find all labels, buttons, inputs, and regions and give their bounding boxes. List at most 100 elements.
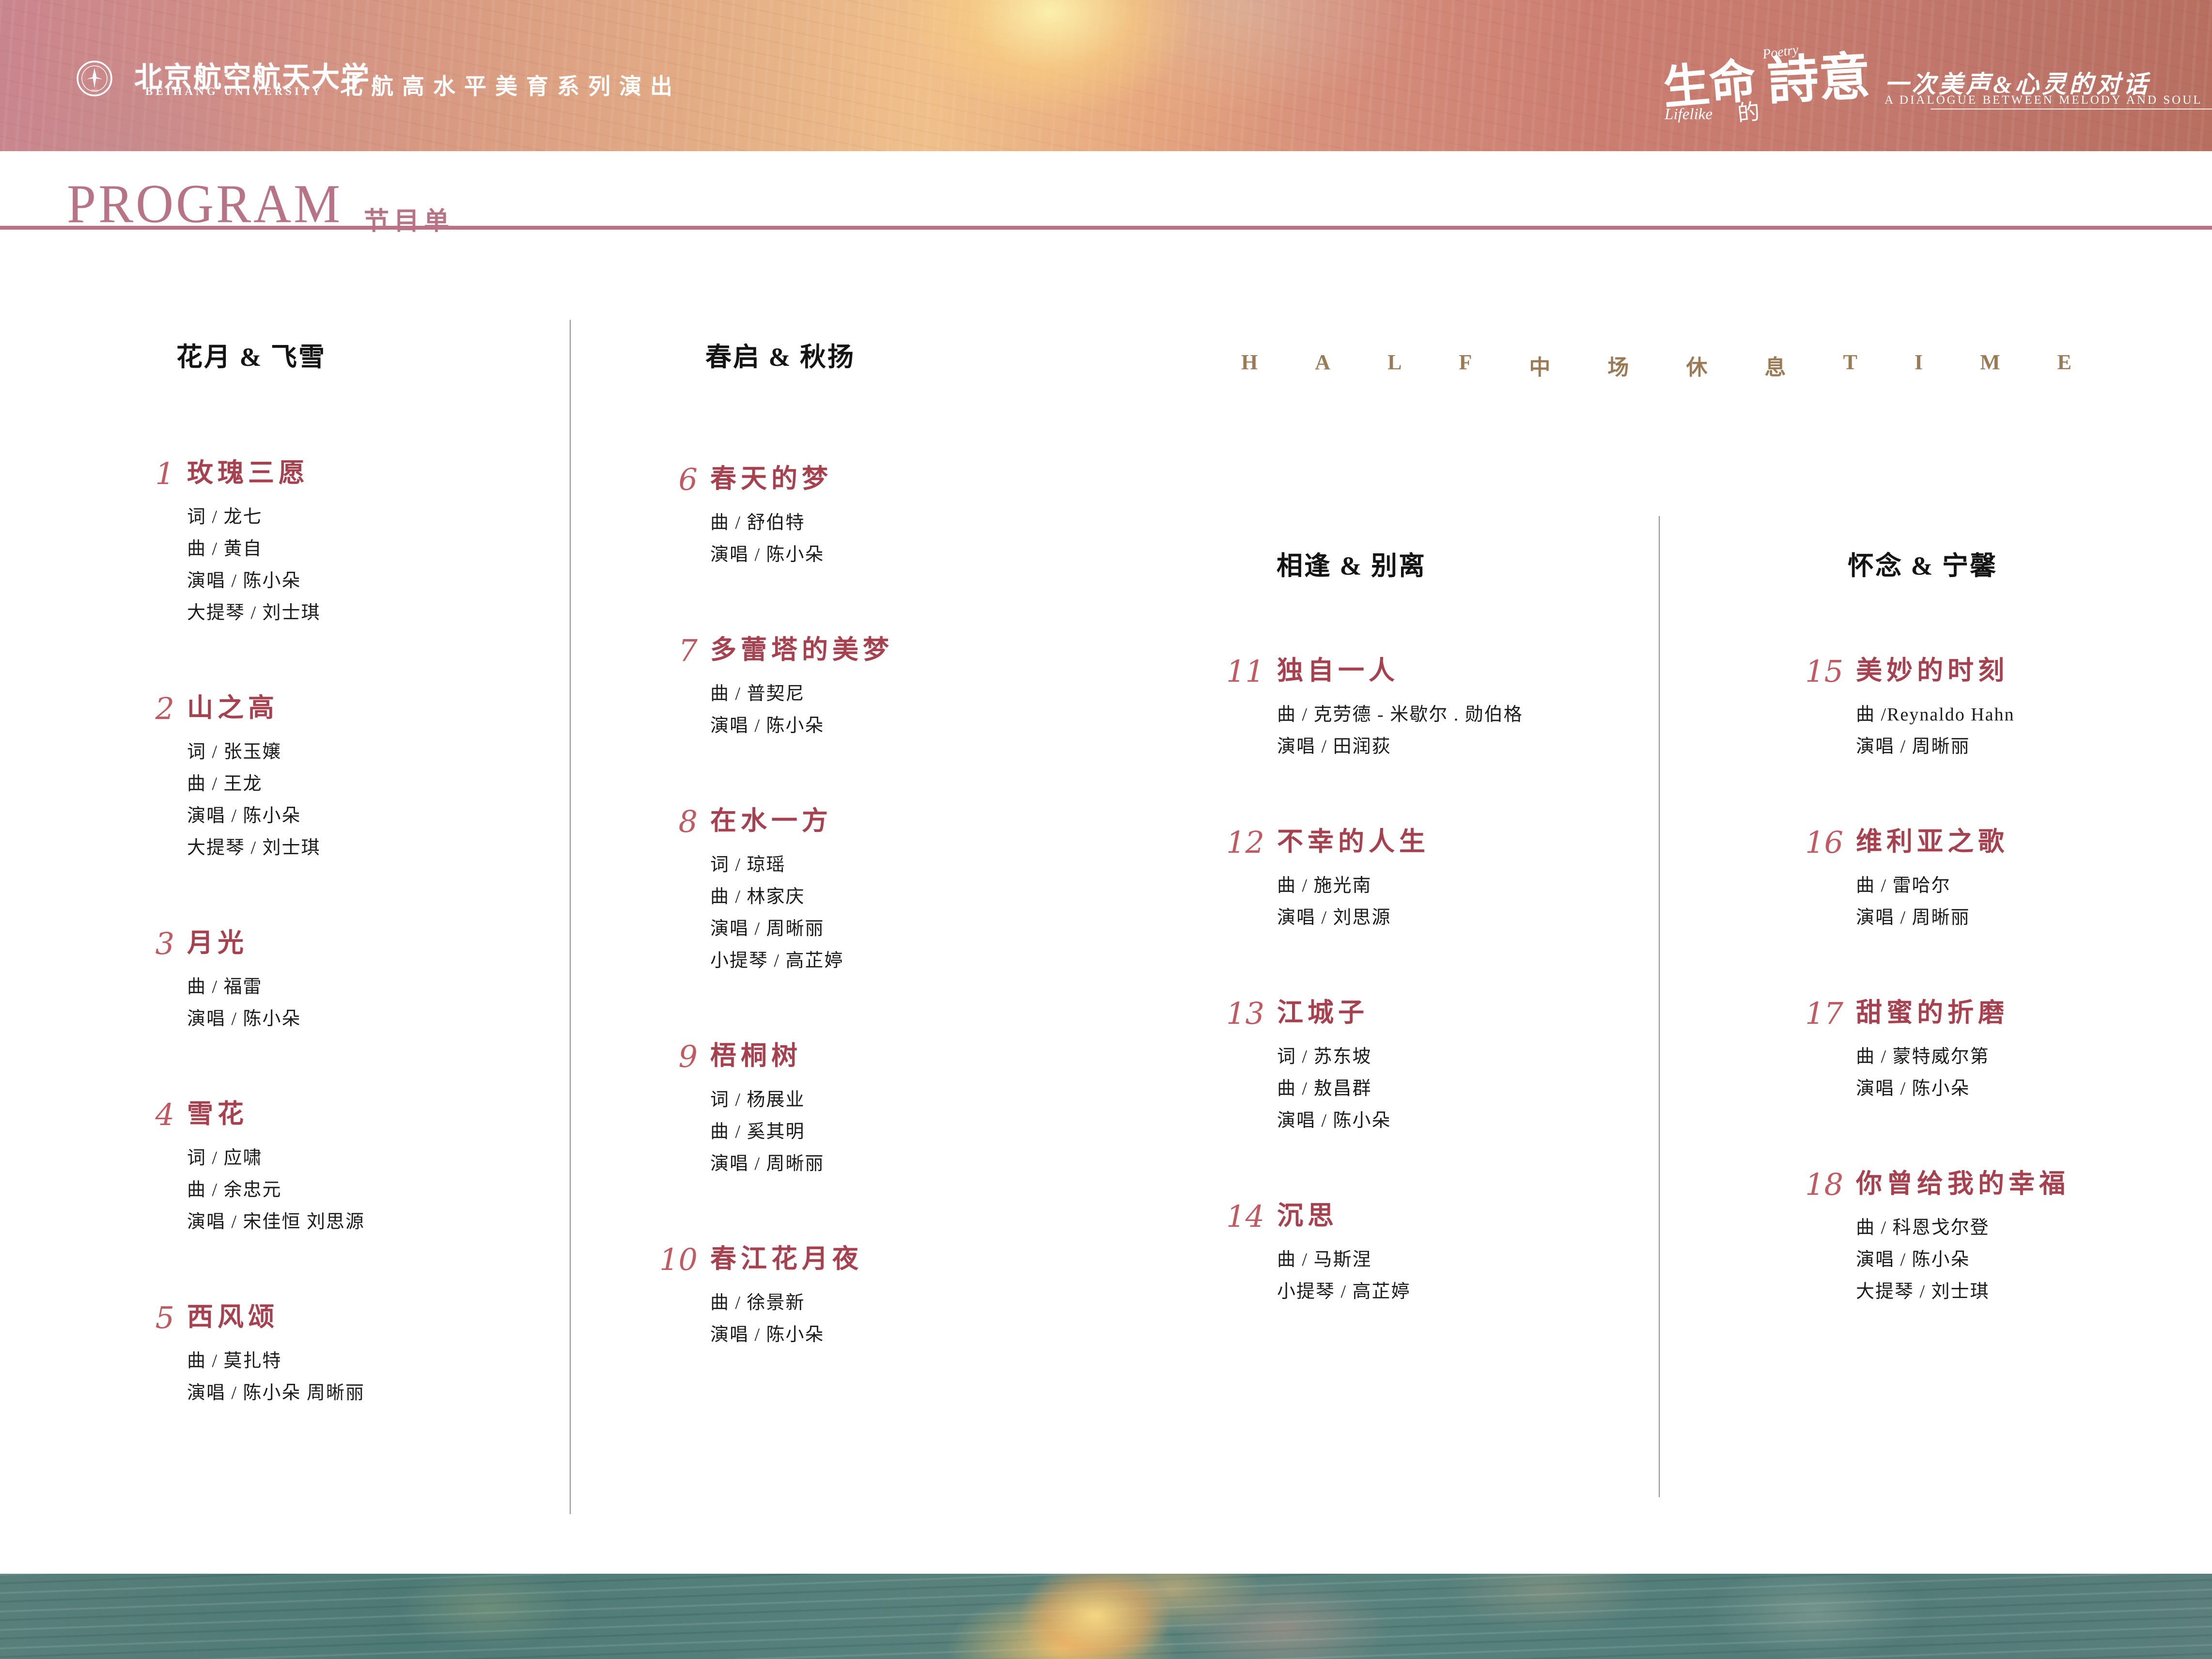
halftime-letter: H (1241, 350, 1258, 381)
program-list-section-3: 11 独自一人曲 / 克劳德 - 米歇尔 . 勋伯格演唱 / 田润荻 12不幸的人生… (1201, 657, 1749, 1373)
item-title: 独自一人 (1277, 657, 1523, 684)
item-credit: 词 / 张玉嬢 (187, 736, 321, 768)
halftime-letter: F (1459, 350, 1472, 381)
item-number: 5 (111, 1303, 174, 1409)
halftime-letter: 息 (1764, 350, 1786, 381)
footer-water-painting (0, 1574, 2212, 1659)
item-title: 你曾给我的幸福 (1856, 1170, 2070, 1197)
item-number: 13 (1201, 999, 1264, 1137)
item-number: 16 (1780, 828, 1843, 934)
halftime-letter: E (2057, 350, 2072, 381)
item-credit: 曲 / 科恩戈尔登 (1856, 1212, 2070, 1244)
item-credit: 大提琴 / 刘士琪 (187, 597, 321, 629)
item-title: 多蕾塔的美梦 (710, 636, 893, 663)
item-number: 11 (1201, 657, 1264, 763)
program-item: 1玫瑰三愿词 / 龙七曲 / 黄自演唱 / 陈小朵大提琴 / 刘士琪 (111, 459, 659, 629)
item-credit: 演唱 / 田润荻 (1277, 731, 1523, 763)
item-credit: 曲 / 克劳德 - 米歇尔 . 勋伯格 (1277, 699, 1523, 731)
item-credit: 大提琴 / 刘士琪 (1856, 1276, 2070, 1308)
program-item: 7多蕾塔的美梦曲 / 普契尼演唱 / 陈小朵 (635, 636, 1182, 742)
program-item: 3月光曲 / 福雷演唱 / 陈小朵 (111, 929, 659, 1035)
program-item: 4雪花词 / 应啸曲 / 余忠元演唱 / 宋佳恒 刘思源 (111, 1100, 659, 1238)
item-body: 美妙的时刻曲 /Reynaldo Hahn演唱 / 周晰丽 (1856, 657, 2015, 763)
halftime-letter: T (1843, 350, 1857, 381)
item-body: 你曾给我的幸福曲 / 科恩戈尔登演唱 / 陈小朵大提琴 / 刘士琪 (1856, 1170, 2070, 1308)
item-credit: 曲 /Reynaldo Hahn (1856, 699, 2015, 731)
program-item: 17甜蜜的折磨曲 / 蒙特威尔第演唱 / 陈小朵 (1780, 999, 2212, 1105)
program-item: 15美妙的时刻曲 /Reynaldo Hahn演唱 / 周晰丽 (1780, 657, 2212, 763)
section-header-chunqi-qiuyang: 春启 & 秋扬 (705, 342, 855, 372)
halftime-letter: I (1915, 350, 1923, 381)
item-credit: 曲 / 施光南 (1277, 870, 1430, 902)
halftime-banner: HALF中场休息TIME (1241, 350, 2072, 381)
item-credit: 曲 / 奚其明 (710, 1116, 825, 1148)
item-credit: 词 / 应啸 (187, 1142, 365, 1174)
item-title: 西风颂 (187, 1303, 365, 1330)
item-credit: 演唱 / 陈小朵 (187, 800, 321, 832)
item-title: 江城子 (1277, 999, 1391, 1026)
item-number: 6 (635, 465, 698, 571)
program-list-section-1: 1玫瑰三愿词 / 龙七曲 / 黄自演唱 / 陈小朵大提琴 / 刘士琪 2山之高词 … (111, 459, 659, 1474)
item-body: 月光曲 / 福雷演唱 / 陈小朵 (187, 929, 301, 1035)
item-body: 维利亚之歌曲 / 雷哈尔演唱 / 周晰丽 (1856, 828, 2009, 934)
item-credit: 曲 / 雷哈尔 (1856, 870, 2009, 902)
halftime-letter: A (1315, 350, 1330, 381)
item-title: 沉思 (1277, 1202, 1411, 1229)
item-title: 在水一方 (710, 807, 844, 834)
program-item: 13江城子词 / 苏东坡曲 / 敖昌群演唱 / 陈小朵 (1201, 999, 1749, 1137)
item-number: 7 (635, 636, 698, 742)
item-credit: 曲 / 余忠元 (187, 1174, 365, 1206)
item-number: 17 (1780, 999, 1843, 1105)
item-number: 9 (635, 1042, 698, 1180)
item-number: 18 (1780, 1170, 1843, 1308)
logo-calligraphy-de: 的 (1736, 94, 1761, 128)
item-credit: 演唱 / 陈小朵 (1277, 1105, 1391, 1137)
slogan-en: A DIALOGUE BETWEEN MELODY AND SOUL (1885, 94, 2203, 107)
item-title: 雪花 (187, 1100, 365, 1127)
university-seal-icon: 1952 (76, 60, 113, 97)
slogan-underline (1931, 109, 2212, 110)
item-body: 江城子词 / 苏东坡曲 / 敖昌群演唱 / 陈小朵 (1277, 999, 1391, 1137)
program-item: 14沉思曲 / 马斯涅小提琴 / 高芷婷 (1201, 1202, 1749, 1308)
item-credit: 曲 / 徐景新 (710, 1287, 863, 1319)
item-body: 玫瑰三愿词 / 龙七曲 / 黄自演唱 / 陈小朵大提琴 / 刘士琪 (187, 459, 321, 629)
university-name-en: BEIHANG UNIVERSITY (145, 85, 323, 98)
item-body: 春天的梦曲 / 舒伯特演唱 / 陈小朵 (710, 465, 832, 571)
item-credit: 演唱 / 周晰丽 (710, 913, 844, 945)
program-list-section-4: 15美妙的时刻曲 /Reynaldo Hahn演唱 / 周晰丽16维利亚之歌曲 … (1780, 657, 2212, 1373)
item-number: 12 (1201, 828, 1264, 934)
item-number: 3 (111, 929, 174, 1035)
halftime-letter: 场 (1607, 350, 1629, 381)
program-item: 9梧桐树词 / 杨展业曲 / 奚其明演唱 / 周晰丽 (635, 1042, 1182, 1180)
item-credit: 曲 / 黄自 (187, 533, 321, 565)
item-body: 山之高词 / 张玉嬢曲 / 王龙演唱 / 陈小朵大提琴 / 刘士琪 (187, 694, 321, 864)
title-rule (0, 226, 2212, 230)
item-credit: 曲 / 王龙 (187, 768, 321, 800)
section-header-huainian-ningxin: 怀念 & 宁馨 (1848, 551, 1997, 581)
item-credit: 演唱 / 陈小朵 (187, 565, 321, 597)
item-credit: 词 / 苏东坡 (1277, 1041, 1391, 1073)
item-credit: 演唱 / 陈小朵 (1856, 1073, 2009, 1105)
item-title: 美妙的时刻 (1856, 657, 2015, 684)
header-banner-painting: 1952 北京航空航天大学 BEIHANG UNIVERSITY 北航高水平美育… (0, 0, 2212, 151)
program-item: 2山之高词 / 张玉嬢曲 / 王龙演唱 / 陈小朵大提琴 / 刘士琪 (111, 694, 659, 864)
item-body: 不幸的人生曲 / 施光南演唱 / 刘思源 (1277, 828, 1430, 934)
item-title: 月光 (187, 929, 301, 956)
page-title-cn: 节目单 (364, 201, 454, 237)
item-credit: 小提琴 / 高芷婷 (710, 945, 844, 977)
item-body: 甜蜜的折磨曲 / 蒙特威尔第演唱 / 陈小朵 (1856, 999, 2009, 1105)
series-title: 北航高水平美育系列演出 (340, 69, 681, 101)
item-number: 14 (1201, 1202, 1264, 1308)
item-credit: 演唱 / 周晰丽 (1856, 731, 2015, 763)
halftime-letter: M (1980, 350, 2000, 381)
item-number: 2 (111, 694, 174, 864)
item-credit: 演唱 / 刘思源 (1277, 902, 1430, 934)
item-credit: 词 / 杨展业 (710, 1084, 825, 1116)
program-item: 11 独自一人曲 / 克劳德 - 米歇尔 . 勋伯格演唱 / 田润荻 (1201, 657, 1749, 763)
program-item: 18你曾给我的幸福曲 / 科恩戈尔登演唱 / 陈小朵大提琴 / 刘士琪 (1780, 1170, 2212, 1308)
logo-script-lifelike: Lifelike (1665, 106, 1713, 124)
item-number: 15 (1780, 657, 1843, 763)
item-body: 雪花词 / 应啸曲 / 余忠元演唱 / 宋佳恒 刘思源 (187, 1100, 365, 1238)
program-list-section-2: 6春天的梦曲 / 舒伯特演唱 / 陈小朵7多蕾塔的美梦曲 / 普契尼演唱 / 陈… (635, 465, 1182, 1416)
item-number: 4 (111, 1100, 174, 1238)
